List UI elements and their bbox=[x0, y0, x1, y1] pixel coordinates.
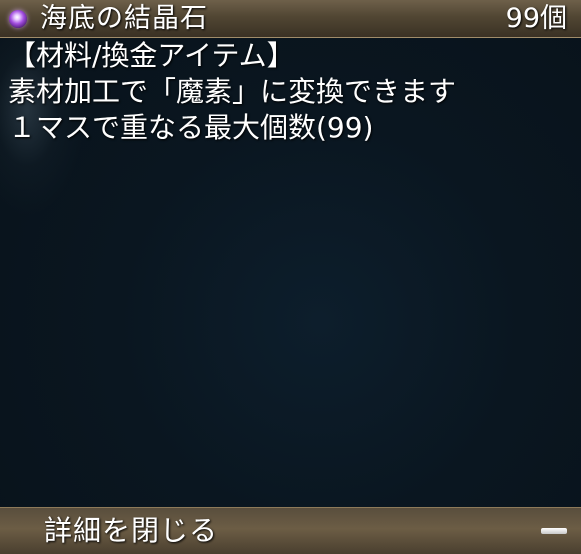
description-stack-limit: １マスで重なる最大個数(99) bbox=[8, 111, 374, 144]
item-count: 99個 bbox=[505, 3, 567, 34]
minus-icon bbox=[541, 528, 567, 534]
item-name: 海底の結晶石 bbox=[40, 3, 208, 34]
close-details-button[interactable]: 詳細を閉じる bbox=[0, 507, 581, 554]
purple-orb-icon bbox=[9, 10, 27, 28]
item-detail-panel: 海底の結晶石 99個 【材料/換金アイテム】 素材加工で「魔素」に変換できます … bbox=[0, 0, 581, 554]
item-description: 【材料/換金アイテム】 素材加工で「魔素」に変換できます １マスで重なる最大個数… bbox=[8, 38, 456, 146]
description-text: 素材加工で「魔素」に変換できます bbox=[8, 75, 457, 108]
item-header: 海底の結晶石 99個 bbox=[0, 0, 581, 38]
description-category: 【材料/換金アイテム】 bbox=[8, 39, 295, 72]
close-details-label: 詳細を閉じる bbox=[44, 514, 219, 547]
